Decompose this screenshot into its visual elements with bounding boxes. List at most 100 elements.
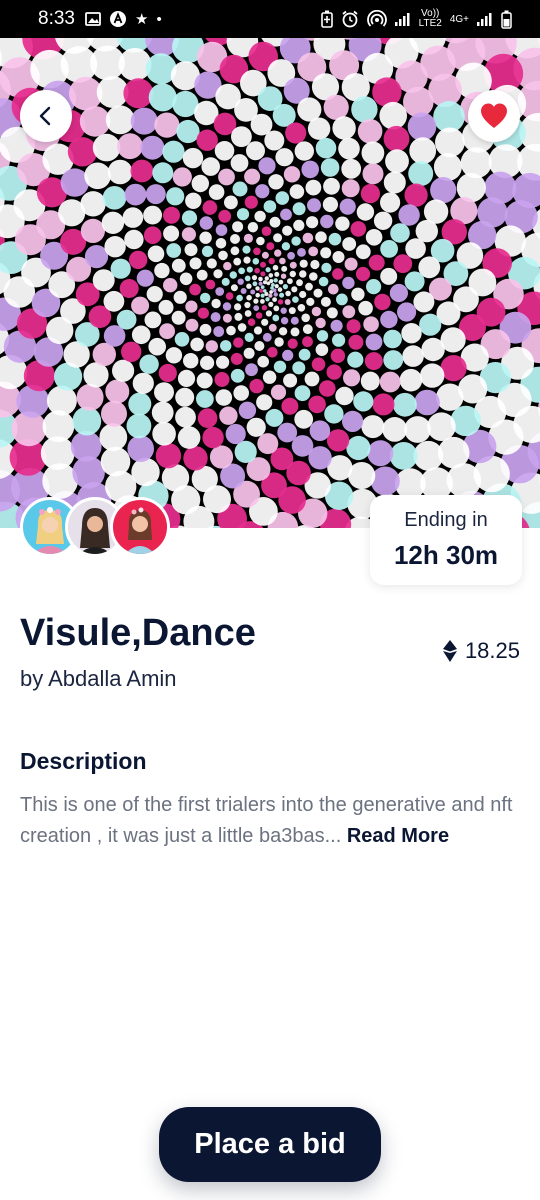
item-price: 18.25 [442, 638, 520, 664]
artwork-dot [208, 184, 225, 200]
artwork-dot [76, 383, 104, 411]
artwork-dot [230, 234, 240, 244]
artwork-dot [182, 147, 204, 169]
artwork-dot [177, 369, 196, 387]
artwork-dot [383, 171, 406, 194]
place-bid-button[interactable]: Place a bid [159, 1107, 381, 1182]
artwork-dot [243, 256, 251, 264]
artwork-dot [258, 157, 276, 175]
artwork-dot [206, 258, 217, 269]
artwork-dot [179, 272, 193, 286]
back-button[interactable] [20, 90, 72, 142]
artwork-dot [332, 268, 344, 280]
artwork-dot [302, 232, 314, 244]
artwork-dot [131, 457, 160, 487]
artwork-dot [274, 271, 280, 277]
artwork-dot [365, 229, 383, 246]
artwork-dot [311, 357, 326, 372]
artwork-dot [268, 293, 273, 298]
favorite-button[interactable] [468, 90, 520, 142]
artwork-dot [306, 216, 319, 229]
description-text: This is one of the first trialers into t… [20, 790, 515, 852]
item-author[interactable]: by Abdalla Amin [20, 666, 177, 692]
artwork-dot [332, 333, 346, 347]
artwork-dot [140, 135, 165, 160]
artwork-dot [260, 299, 265, 304]
artwork-dot [328, 283, 339, 295]
artwork-dot [273, 233, 283, 243]
artwork-dot [341, 158, 362, 179]
artwork-dot [363, 316, 379, 333]
artwork-dot [257, 433, 279, 455]
artwork-dot [277, 299, 284, 305]
artwork-dot [264, 130, 285, 151]
artwork-dot [121, 341, 142, 362]
artwork-dot [122, 207, 144, 228]
artwork-dot [404, 416, 431, 443]
artwork-dot [365, 333, 383, 351]
artwork-dot [319, 380, 336, 397]
artwork-dot [397, 302, 417, 322]
artwork-dot [116, 309, 137, 330]
artwork-dot [245, 363, 258, 377]
artwork-dot [288, 307, 296, 315]
artwork-dot [199, 216, 213, 230]
artwork-dot [210, 312, 221, 323]
artwork-dot [244, 195, 258, 209]
artwork-dot [404, 183, 428, 207]
artwork-dot [261, 251, 269, 259]
artwork-dot [197, 408, 218, 429]
artwork-dot [234, 440, 257, 463]
artwork-dot [353, 391, 374, 412]
artwork-dot [258, 281, 263, 286]
artwork-dot [230, 352, 243, 365]
artwork-dot [103, 290, 125, 312]
artwork-dot [290, 327, 300, 337]
avatar[interactable] [110, 497, 170, 557]
artwork-dot [282, 225, 293, 236]
artwork-dot [175, 406, 196, 428]
artwork-dot [269, 216, 281, 228]
artwork-dot [450, 405, 481, 437]
artwork-dot [278, 327, 288, 336]
artwork-dot [233, 385, 249, 401]
artwork-dot [436, 383, 464, 411]
artwork-dot [72, 406, 102, 436]
artwork-dot [294, 141, 314, 161]
artwork-dot [420, 363, 445, 388]
artwork-dot [233, 257, 242, 266]
artwork-dot [278, 279, 284, 285]
artwork-dot [231, 126, 252, 147]
read-more-link[interactable]: Read More [347, 825, 449, 847]
artwork-dot [355, 266, 371, 282]
artwork-dot [407, 112, 437, 141]
hotspot-icon [366, 10, 387, 28]
artwork-dot [262, 370, 277, 384]
artwork-dot [299, 259, 308, 268]
artwork-dot [408, 161, 434, 187]
artwork-dot [311, 306, 322, 317]
artwork-dot [326, 307, 338, 319]
artwork-dot [215, 287, 225, 296]
artwork-dot [244, 168, 261, 185]
artwork-dot [280, 307, 287, 314]
artwork-dot [346, 319, 361, 334]
artwork-dot [398, 204, 420, 226]
artwork-dot [161, 464, 190, 492]
status-bar: 8:33 ★ • Vo)) LTE2 4G+ [0, 0, 540, 38]
artwork-dot [342, 410, 364, 432]
artwork-dot [80, 191, 106, 217]
artwork-dot [316, 330, 329, 342]
artwork-dot [433, 153, 462, 181]
artwork-dot [176, 119, 200, 144]
artwork-dot [302, 336, 313, 348]
artwork-dot [265, 310, 272, 317]
artwork-dot [301, 160, 320, 179]
artwork-dot [222, 313, 232, 323]
artwork-dot [252, 281, 258, 287]
artwork-dot [320, 214, 334, 229]
image-icon [85, 12, 101, 26]
artwork-dot [339, 198, 356, 215]
artwork-dot [123, 78, 154, 109]
artwork-dot [124, 229, 144, 250]
